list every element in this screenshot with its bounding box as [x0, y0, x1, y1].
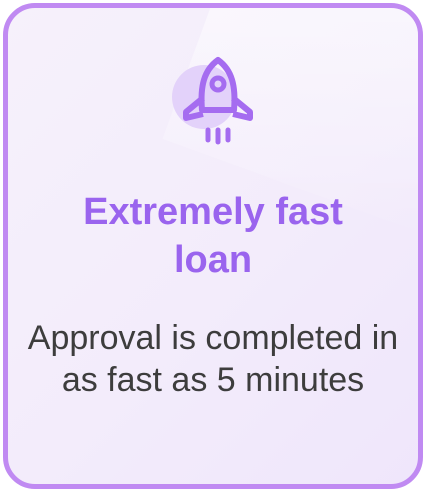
rocket-icon: [168, 52, 268, 152]
card-description: Approval is completed in as fast as 5 mi…: [27, 319, 399, 399]
feature-card: Extremely fast loan Approval is complete…: [3, 3, 423, 489]
card-title: Extremely fast loan: [83, 191, 343, 281]
